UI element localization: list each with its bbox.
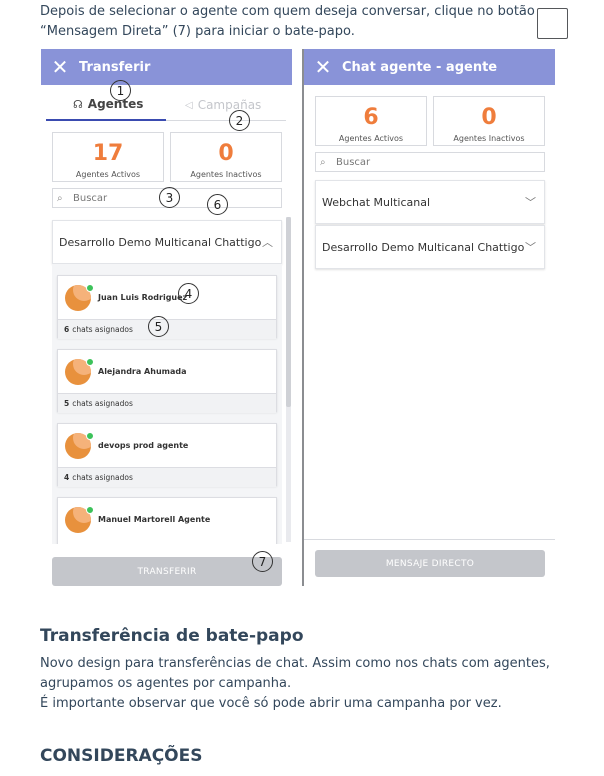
section-body-1: Novo design para transferências de chat.…: [40, 656, 550, 691]
intro-text: Depois de selecionar o agente com quem d…: [40, 4, 535, 39]
campaign-group[interactable]: Desarrollo Demo Multicanal Chattigo ︿: [52, 220, 282, 264]
section-title: Transferência de bate-papo: [40, 626, 304, 646]
considerations-title: CONSIDERAÇÕES: [40, 746, 203, 766]
callout-3: 3: [159, 187, 180, 208]
headset-icon: ☊: [73, 97, 83, 111]
agent-name: devops prod agente: [98, 441, 189, 450]
chevron-up-icon: ︿: [262, 236, 273, 249]
search-placeholder: Buscar: [336, 156, 371, 168]
agent-list: Juan Luis Rodriguez 6 chats asignados Ale…: [52, 264, 282, 544]
tab-divider: [166, 120, 286, 121]
close-icon[interactable]: ✕: [304, 55, 342, 79]
stat-active-label: Agentes Activos: [338, 134, 404, 143]
stat-inactive-value: 0: [481, 105, 497, 130]
search-input[interactable]: ⌕ Buscar: [315, 152, 545, 172]
transfer-panel: ✕ Transferir ☊ Agentes ◁ Campañas 17 Age…: [41, 49, 292, 586]
agent-card[interactable]: Alejandra Ahumada 5 chats asignados: [57, 349, 277, 413]
online-status-dot: [86, 506, 94, 514]
search-placeholder: Buscar: [73, 192, 108, 204]
callout-7: 7: [252, 551, 273, 572]
agent-chat-panel: ✕ Chat agente - agente 6 Agentes Activos…: [304, 49, 555, 586]
checkbox[interactable]: [537, 8, 568, 39]
campaign-group-label: Desarrollo Demo Multicanal Chattigo: [59, 235, 262, 249]
stat-inactive-value: 0: [218, 141, 234, 166]
stat-active-label: Agentes Activos: [75, 170, 141, 179]
callout-1: 1: [110, 80, 131, 101]
close-icon[interactable]: ✕: [41, 55, 79, 79]
search-icon: ⌕: [320, 156, 326, 168]
scrollbar-thumb[interactable]: [286, 217, 291, 407]
tab-campaigns-label: Campañas: [197, 98, 262, 112]
agent-card[interactable]: devops prod agente 4 chats asignados: [57, 423, 277, 487]
online-status-dot: [86, 284, 94, 292]
chat-count-label: chats asignados: [72, 399, 133, 408]
stat-inactive-agents: 0 Agentes Inactivos: [170, 132, 282, 182]
agent-name: Juan Luis Rodriguez: [98, 293, 188, 302]
chat-count-label: chats asignados: [72, 325, 133, 334]
transfer-title: Transferir: [79, 59, 151, 75]
section-body-2: É importante observar que você só pode a…: [40, 696, 502, 711]
megaphone-icon: ◁: [185, 99, 193, 111]
direct-message-button[interactable]: MENSAJE DIRECTO: [315, 550, 545, 577]
agent-chat-title: Chat agente - agente: [342, 59, 498, 75]
transfer-header: ✕ Transferir: [41, 49, 292, 85]
online-status-dot: [86, 432, 94, 440]
callout-6: 6: [207, 194, 228, 215]
chevron-down-icon: ﹀: [525, 196, 536, 209]
search-icon: ⌕: [57, 192, 63, 204]
callout-2: 2: [229, 110, 250, 131]
campaign-group[interactable]: Webchat Multicanal ﹀: [315, 180, 545, 224]
chat-count-label: chats asignados: [72, 473, 133, 482]
stat-inactive-label: Agentes Inactivos: [453, 134, 525, 143]
stat-active-value: 6: [363, 105, 379, 130]
stat-active-value: 17: [92, 141, 124, 166]
callout-5: 5: [148, 316, 169, 337]
tab-underline: [46, 119, 166, 121]
stat-active-agents: 6 Agentes Activos: [315, 96, 427, 146]
panel-footer-line: [304, 539, 555, 540]
chat-count: 6: [64, 325, 70, 334]
agent-card[interactable]: Manuel Martorell Agente: [57, 497, 277, 544]
campaign-group-label: Desarrollo Demo Multicanal Chattigo: [322, 240, 525, 254]
tab-campaigns[interactable]: ◁ Campañas: [185, 98, 261, 112]
agent-chat-header: ✕ Chat agente - agente: [304, 49, 555, 85]
agent-name: Alejandra Ahumada: [98, 367, 187, 376]
campaign-group-label: Webchat Multicanal: [322, 195, 430, 209]
stat-inactive-agents: 0 Agentes Inactivos: [433, 96, 545, 146]
stat-active-agents: 17 Agentes Activos: [52, 132, 164, 182]
online-status-dot: [86, 358, 94, 366]
callout-4: 4: [178, 283, 199, 304]
transfer-button[interactable]: TRANSFERIR: [52, 557, 282, 586]
stat-inactive-label: Agentes Inactivos: [190, 170, 262, 179]
tab-agents[interactable]: ☊ Agentes: [73, 97, 143, 111]
campaign-group[interactable]: Desarrollo Demo Multicanal Chattigo ﹀: [315, 225, 545, 269]
agent-name: Manuel Martorell Agente: [98, 515, 211, 524]
chevron-down-icon: ﹀: [525, 241, 536, 254]
chat-count: 4: [64, 473, 70, 482]
chat-count: 5: [64, 399, 70, 408]
